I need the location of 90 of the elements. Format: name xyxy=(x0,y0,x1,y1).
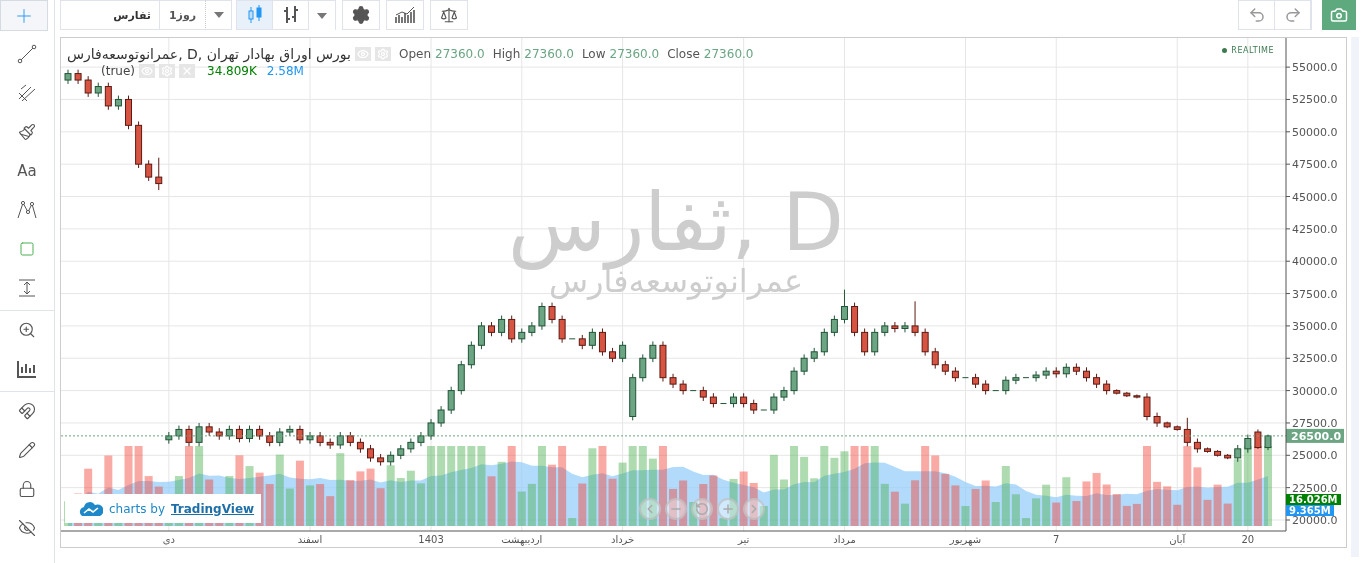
price-axis-label: 37500.0 xyxy=(1292,287,1338,301)
caret-icon xyxy=(317,13,327,19)
price-axis-label: 55000.0 xyxy=(1292,61,1338,75)
price-tag: 26500.0 xyxy=(1286,428,1344,443)
candles-icon xyxy=(246,5,263,25)
price-axis-label: 47500.0 xyxy=(1292,158,1338,172)
branding-prefix: charts by xyxy=(109,501,165,516)
price-axis-label: 20000.0 xyxy=(1292,514,1338,527)
time-axis-label: 1403 xyxy=(418,534,444,545)
magnet-icon xyxy=(18,401,36,420)
cloud-logo-icon xyxy=(79,501,103,516)
time-axis-label: شهریور xyxy=(949,534,982,545)
settings-button[interactable] xyxy=(342,0,380,30)
scroll-reset-button[interactable] xyxy=(691,498,713,520)
indicators-button[interactable] xyxy=(386,0,424,30)
scale-icon xyxy=(440,6,458,24)
price-axis-label: 27500.0 xyxy=(1292,416,1338,430)
caret-icon xyxy=(213,12,224,18)
settings-icon xyxy=(351,5,371,25)
scroll-plus-button[interactable] xyxy=(717,498,739,520)
ohlc-label: Low xyxy=(581,47,606,61)
plus-icon xyxy=(721,502,735,516)
close-icon[interactable] xyxy=(179,64,195,78)
price-range-icon xyxy=(16,358,38,379)
status-dot xyxy=(1222,48,1228,53)
volume-value: 34.809K xyxy=(207,64,257,78)
price-axis-label: 42500.0 xyxy=(1292,222,1338,236)
rectangle-icon xyxy=(19,240,35,257)
price-axis-label: 22500.0 xyxy=(1292,481,1338,495)
measure-icon xyxy=(17,277,37,298)
compare-button[interactable] xyxy=(430,0,468,30)
text-tool[interactable]: Aa xyxy=(3,152,51,189)
undo-icon xyxy=(1247,6,1266,24)
line-icon xyxy=(17,43,37,64)
price-axis-label: 35000.0 xyxy=(1292,319,1338,333)
redo-icon xyxy=(1283,6,1302,24)
realtime-label: REALTIME xyxy=(1231,46,1274,55)
ohlc-label: Open xyxy=(398,47,432,61)
zoom-icon xyxy=(18,320,36,339)
ohlc-value: 27360.0 xyxy=(703,47,754,61)
brush-icon xyxy=(18,122,36,141)
reset-icon xyxy=(695,502,709,516)
eye-icon[interactable] xyxy=(139,64,155,78)
time-axis-label: خرداد xyxy=(610,534,635,545)
lock-icon xyxy=(18,479,36,498)
snapshot-button[interactable] xyxy=(1322,0,1356,30)
price-axis-label: 32500.0 xyxy=(1292,352,1338,366)
fork-lines-icon xyxy=(17,82,37,103)
tradingview-link[interactable]: TradingView xyxy=(171,501,255,516)
volume-tag: 9.365M xyxy=(1286,505,1334,516)
volume-tag: 16.026M xyxy=(1286,494,1341,505)
ohlc-value: 27360.0 xyxy=(435,47,485,61)
ohlc-label: Close xyxy=(667,47,700,61)
price-axis-label: 45000.0 xyxy=(1292,190,1338,204)
interval-dropdown[interactable] xyxy=(206,0,232,30)
price-axis-label: 40000.0 xyxy=(1292,255,1338,269)
time-axis-label: 7 xyxy=(1053,534,1060,545)
crosshair-tool[interactable] xyxy=(0,0,48,31)
price-axis-label: 25000.0 xyxy=(1292,449,1338,463)
eye-off-icon xyxy=(18,518,36,537)
chart-title: عمرانوتوسعه‌فارس, D, بورس اوراق بهادار تهران xyxy=(67,46,351,62)
ref-line-label: 26500.0 xyxy=(1291,429,1342,443)
time-axis-label: مرداد xyxy=(833,534,856,545)
time-axis-label: اسفند xyxy=(297,534,323,545)
time-axis-label: آبان xyxy=(1169,534,1186,545)
symbol-field[interactable]: ثفارس xyxy=(60,0,160,30)
volume-value: 2.58M xyxy=(266,64,304,78)
eye-icon[interactable] xyxy=(354,47,371,61)
scroll-minus-button[interactable] xyxy=(665,498,687,520)
time-axis-label: تیر xyxy=(737,534,750,545)
pattern-icon xyxy=(16,199,38,220)
pencil-icon xyxy=(18,440,36,459)
volume-label: (true) xyxy=(101,64,135,78)
settings-icon[interactable] xyxy=(374,47,391,61)
bars-icon xyxy=(282,5,299,25)
price-axis-label: 50000.0 xyxy=(1292,125,1338,139)
ohlc-label: High xyxy=(492,47,521,61)
ohlc-value: 27360.0 xyxy=(609,47,660,61)
camera-icon xyxy=(1330,6,1348,24)
ohlc-value: 27360.0 xyxy=(524,47,574,61)
time-axis-label: اردیبهشت xyxy=(501,534,543,545)
interval-button[interactable]: 1روز xyxy=(160,0,206,30)
settings-icon[interactable] xyxy=(159,64,175,78)
price-axis-label: 52500.0 xyxy=(1292,93,1338,107)
indicators-icon xyxy=(394,6,416,24)
time-axis-label: دی xyxy=(162,534,175,545)
scroll-right-button[interactable] xyxy=(743,498,765,520)
time-axis-label: 20 xyxy=(1241,534,1255,545)
price-axis-label: 30000.0 xyxy=(1292,384,1338,398)
scroll-left-button[interactable] xyxy=(639,498,661,520)
